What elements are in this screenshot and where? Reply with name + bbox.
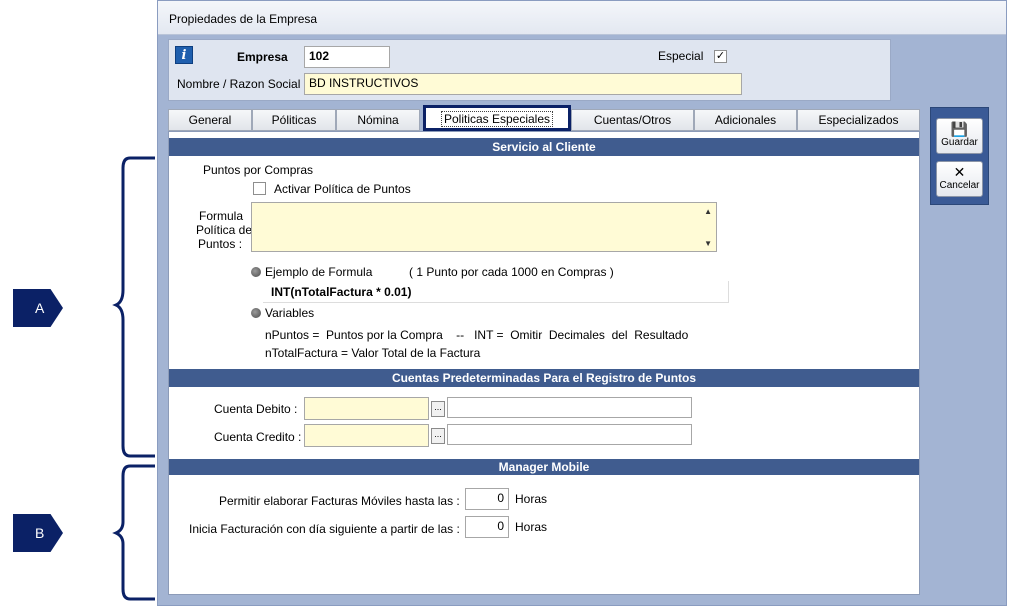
tab-politicas[interactable]: Póliticas [252,109,336,131]
servicio-cliente-header: Servicio al Cliente [169,138,919,156]
tab-cuentas-otros[interactable]: Cuentas/Otros [571,109,694,131]
tab-nomina[interactable]: Nómina [336,109,420,131]
tab-especializados[interactable]: Especializados [797,109,920,131]
ejemplo-formula: INT(nTotalFactura * 0.01) [271,285,412,299]
tab-politicas-especiales-label: Politicas Especiales [440,111,554,127]
brace-b [112,464,155,601]
ejemplo-radio-icon [251,267,261,277]
cuentas-header: Cuentas Predeterminadas Para el Registro… [169,369,919,387]
inicia-label: Inicia Facturación con día siguiente a p… [189,522,460,536]
company-properties-window: Propiedades de la Empresa i Empresa 102 … [157,0,1007,606]
permitir-hours-input[interactable]: 0 [465,488,509,510]
manager-mobile-header: Manager Mobile [169,459,919,475]
window-title: Propiedades de la Empresa [169,12,318,26]
especial-checkbox[interactable]: ✓ [714,50,727,63]
cuenta-debito-lookup-button[interactable]: ... [431,401,445,417]
permitir-horas-label: Horas [515,492,548,506]
especial-label: Especial [658,49,704,63]
inicia-hours-input[interactable]: 0 [465,516,509,538]
ejemplo-note: ( 1 Punto por cada 1000 en Compras ) [409,265,614,279]
cuenta-debito-label: Cuenta Debito : [214,402,298,416]
activar-puntos-label: Activar Política de Puntos [274,182,411,196]
ejemplo-label: Ejemplo de Formula [265,265,373,279]
variables-line-1: nPuntos = Puntos por la Compra -- INT = … [265,328,689,342]
cuenta-credito-input[interactable] [304,424,429,447]
puntos-compras-label: Puntos por Compras [203,163,314,177]
formula-textarea[interactable]: ▲ ▼ [251,202,717,252]
cuenta-credito-label: Cuenta Credito : [214,430,302,444]
cuenta-debito-desc-input[interactable] [447,397,692,418]
guardar-label: Guardar [941,137,978,148]
info-icon[interactable]: i [175,46,193,64]
cuenta-debito-input[interactable] [304,397,429,420]
cancelar-label: Cancelar [939,180,980,191]
save-icon: 💾 [950,121,969,137]
tab-general[interactable]: General [168,109,252,131]
ejemplo-formula-box: INT(nTotalFactura * 0.01) [263,281,729,303]
cuenta-credito-desc-input[interactable] [447,424,692,445]
cancelar-button[interactable]: ✕ Cancelar [936,161,983,197]
empresa-input[interactable]: 102 [304,46,390,68]
close-icon: ✕ [953,164,966,180]
action-sidebar: 💾 Guardar ✕ Cancelar [930,107,989,205]
variables-line-2: nTotalFactura = Valor Total de la Factur… [265,346,481,360]
scroll-up-icon[interactable]: ▲ [704,207,712,216]
tab-politicas-especiales[interactable]: Politicas Especiales [423,105,571,131]
permitir-label: Permitir elaborar Facturas Móviles hasta… [219,494,460,508]
razon-social-input[interactable]: BD INSTRUCTIVOS [304,73,742,95]
razon-social-label: Nombre / Razon Social [177,77,301,91]
inicia-horas-label: Horas [515,520,548,534]
guardar-button[interactable]: 💾 Guardar [936,118,983,154]
title-bar: Propiedades de la Empresa [158,1,1006,35]
scroll-down-icon[interactable]: ▼ [704,239,712,248]
formula-label-1: Formula [199,209,244,223]
tab-content-panel: Servicio al Cliente Puntos por Compras A… [168,131,920,595]
company-header-panel: i Empresa 102 Especial ✓ Nombre / Razon … [168,39,891,101]
variables-label: Variables [265,306,315,320]
brace-a [112,156,155,458]
formula-label-2: Política de [196,223,253,237]
tab-adicionales[interactable]: Adicionales [694,109,797,131]
empresa-label: Empresa [237,50,288,64]
activar-puntos-checkbox[interactable] [253,182,266,195]
cuenta-credito-lookup-button[interactable]: ... [431,428,445,444]
annotation-braces [112,156,155,601]
formula-label-3: Puntos : [198,237,243,251]
variables-radio-icon [251,308,261,318]
